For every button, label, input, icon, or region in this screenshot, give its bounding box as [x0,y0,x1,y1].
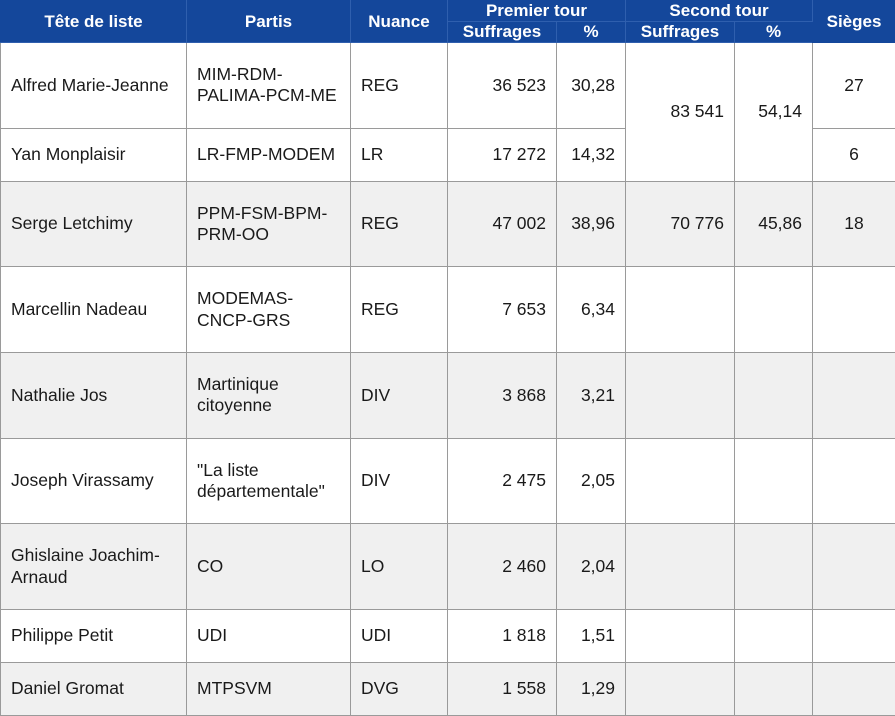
cell-nuance: LR [351,128,448,181]
table-row: Philippe Petit UDI UDI 1 818 1,51 [1,610,895,663]
table-row: Daniel Gromat MTPSVM DVG 1 558 1,29 [1,663,895,716]
cell-partis: PPM-FSM-BPM-PRM-OO [187,181,351,267]
cell-pourcentage-tour2 [735,663,813,716]
column-header-second-tour: Second tour [626,1,813,22]
cell-pourcentage-tour2 [735,610,813,663]
cell-nuance: REG [351,181,448,267]
cell-suffrages-tour1: 2 460 [448,524,557,610]
cell-suffrages-tour1: 1 558 [448,663,557,716]
cell-pourcentage-tour1: 30,28 [557,43,626,129]
cell-sieges [813,438,895,524]
cell-suffrages-tour2 [626,524,735,610]
header-row-top: Tête de liste Partis Nuance Premier tour… [1,1,895,22]
cell-partis: MODEMAS-CNCP-GRS [187,267,351,353]
cell-nuance: UDI [351,610,448,663]
cell-suffrages-tour1: 7 653 [448,267,557,353]
column-header-pourcentage-tour1: % [557,22,626,43]
cell-pourcentage-tour1: 6,34 [557,267,626,353]
column-header-nuance: Nuance [351,1,448,43]
cell-tete-de-liste: Philippe Petit [1,610,187,663]
cell-pourcentage-tour1: 2,05 [557,438,626,524]
cell-nuance: REG [351,43,448,129]
cell-tete-de-liste: Ghislaine Joachim-Arnaud [1,524,187,610]
cell-partis: MIM-RDM-PALIMA-PCM-ME [187,43,351,129]
cell-suffrages-tour1: 1 818 [448,610,557,663]
cell-tete-de-liste: Yan Monplaisir [1,128,187,181]
cell-tete-de-liste: Nathalie Jos [1,353,187,439]
cell-tete-de-liste: Marcellin Nadeau [1,267,187,353]
cell-suffrages-tour1: 47 002 [448,181,557,267]
cell-sieges [813,524,895,610]
cell-sieges [813,663,895,716]
table-body: Alfred Marie-Jeanne MIM-RDM-PALIMA-PCM-M… [1,43,895,716]
cell-sieges: 6 [813,128,895,181]
cell-partis: "La liste départementale" [187,438,351,524]
election-results-table: Tête de liste Partis Nuance Premier tour… [0,0,895,716]
cell-suffrages-tour1: 36 523 [448,43,557,129]
cell-pourcentage-tour1: 3,21 [557,353,626,439]
cell-nuance: DVG [351,663,448,716]
column-header-tete-de-liste: Tête de liste [1,1,187,43]
cell-nuance: REG [351,267,448,353]
cell-sieges: 18 [813,181,895,267]
table-row: Ghislaine Joachim-Arnaud CO LO 2 460 2,0… [1,524,895,610]
table-row: Marcellin Nadeau MODEMAS-CNCP-GRS REG 7 … [1,267,895,353]
cell-sieges: 27 [813,43,895,129]
cell-suffrages-tour1: 2 475 [448,438,557,524]
cell-pourcentage-tour1: 2,04 [557,524,626,610]
table-row: Nathalie Jos Martinique citoyenne DIV 3 … [1,353,895,439]
cell-sieges [813,267,895,353]
table-row: Serge Letchimy PPM-FSM-BPM-PRM-OO REG 47… [1,181,895,267]
cell-suffrages-tour2: 70 776 [626,181,735,267]
cell-pourcentage-tour2 [735,267,813,353]
cell-suffrages-tour2 [626,663,735,716]
cell-partis: LR-FMP-MODEM [187,128,351,181]
cell-partis: UDI [187,610,351,663]
column-header-premier-tour: Premier tour [448,1,626,22]
cell-pourcentage-tour1: 38,96 [557,181,626,267]
table-header: Tête de liste Partis Nuance Premier tour… [1,1,895,43]
cell-tete-de-liste: Joseph Virassamy [1,438,187,524]
cell-pourcentage-tour1: 1,29 [557,663,626,716]
table-row: Joseph Virassamy "La liste départemental… [1,438,895,524]
column-header-suffrages-tour2: Suffrages [626,22,735,43]
column-header-pourcentage-tour2: % [735,22,813,43]
cell-nuance: DIV [351,438,448,524]
cell-sieges [813,610,895,663]
cell-partis: CO [187,524,351,610]
cell-tete-de-liste: Daniel Gromat [1,663,187,716]
column-header-sieges: Sièges [813,1,895,43]
cell-suffrages-tour2 [626,267,735,353]
cell-suffrages-tour1: 3 868 [448,353,557,439]
cell-nuance: LO [351,524,448,610]
cell-pourcentage-tour2: 45,86 [735,181,813,267]
table-row: Alfred Marie-Jeanne MIM-RDM-PALIMA-PCM-M… [1,43,895,129]
cell-pourcentage-tour2-merged: 54,14 [735,43,813,182]
cell-sieges [813,353,895,439]
cell-tete-de-liste: Alfred Marie-Jeanne [1,43,187,129]
cell-partis: Martinique citoyenne [187,353,351,439]
cell-pourcentage-tour2 [735,353,813,439]
cell-pourcentage-tour1: 14,32 [557,128,626,181]
cell-partis: MTPSVM [187,663,351,716]
cell-pourcentage-tour2 [735,524,813,610]
cell-suffrages-tour2 [626,610,735,663]
cell-suffrages-tour2 [626,438,735,524]
column-header-partis: Partis [187,1,351,43]
column-header-suffrages-tour1: Suffrages [448,22,557,43]
cell-nuance: DIV [351,353,448,439]
cell-pourcentage-tour1: 1,51 [557,610,626,663]
cell-suffrages-tour2-merged: 83 541 [626,43,735,182]
cell-suffrages-tour2 [626,353,735,439]
cell-pourcentage-tour2 [735,438,813,524]
cell-suffrages-tour1: 17 272 [448,128,557,181]
cell-tete-de-liste: Serge Letchimy [1,181,187,267]
